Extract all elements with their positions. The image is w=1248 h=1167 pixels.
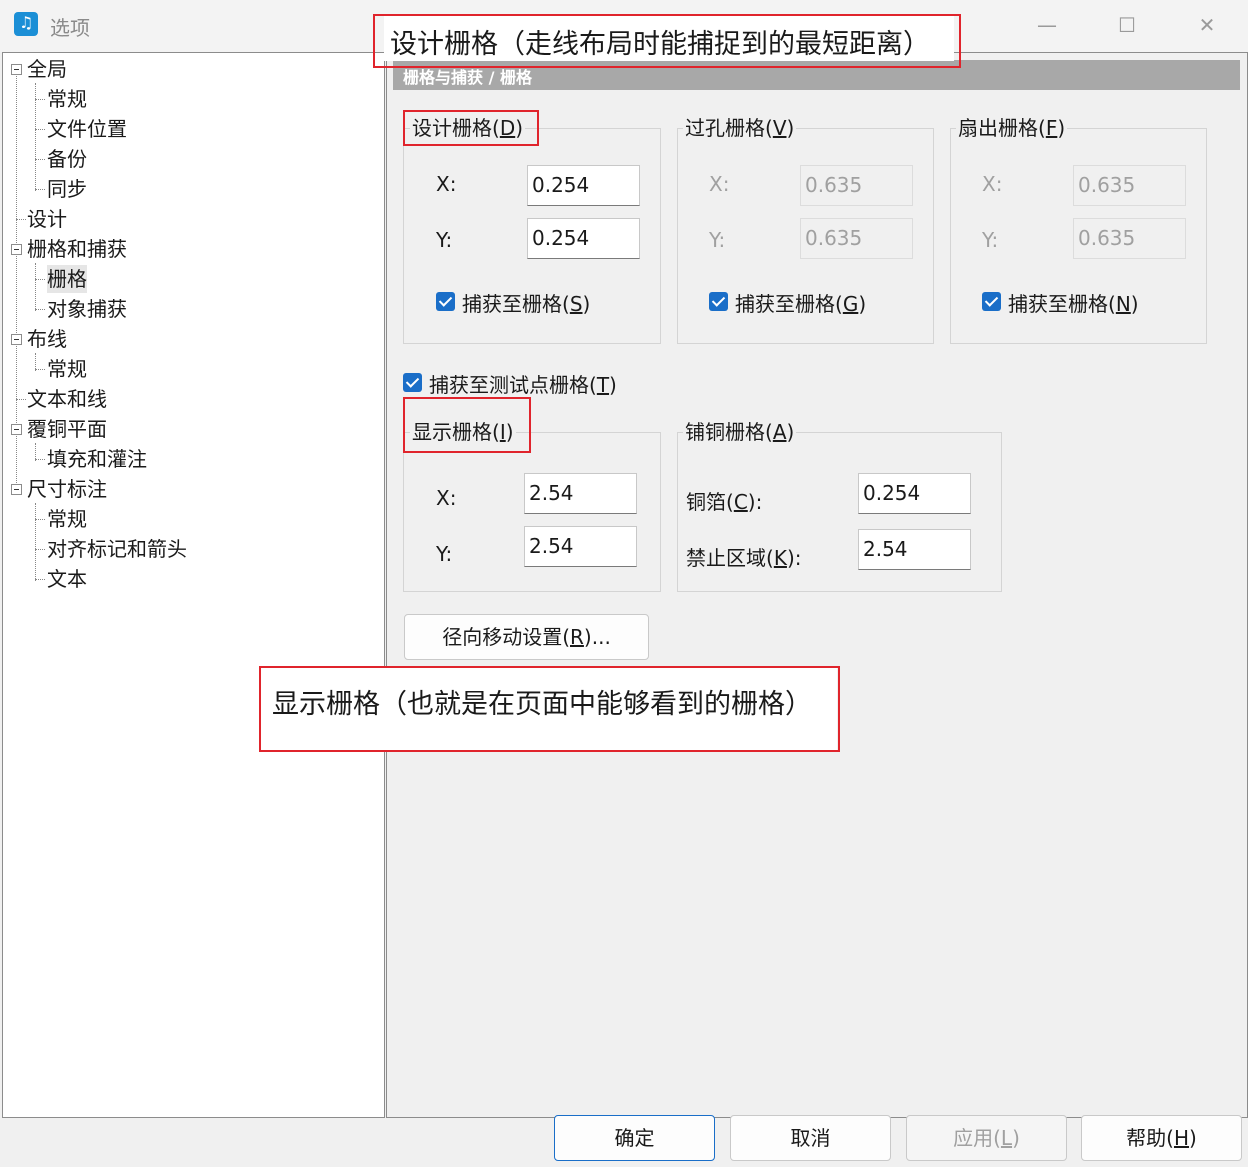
tree-item-dimensioning[interactable]: 尺寸标注 [27,475,107,503]
tree-line [35,503,36,581]
design-snap-checkbox[interactable] [436,292,455,311]
window-title: 选项 [50,16,90,40]
tree-item-dimension-text[interactable]: 文本 [47,565,87,593]
tree-line [35,263,36,311]
collapse-toggle-icon[interactable] [11,64,22,75]
annotation-middle-box [259,666,840,752]
tree-line [35,369,45,370]
via-grid-y-input[interactable]: 0.635 [800,218,913,259]
minimize-button[interactable]: — [1024,8,1070,42]
fanout-grid-label: 扇出栅格(F) [956,114,1068,142]
testpoint-snap-checkbox[interactable] [403,373,422,392]
tree-line [35,309,45,310]
tree-item-routing[interactable]: 布线 [27,325,67,353]
maximize-button[interactable]: ☐ [1104,8,1150,42]
app-icon: ♫ [14,12,38,36]
tree-line [35,189,45,190]
tree-item-global-general[interactable]: 常规 [47,85,87,113]
collapse-toggle-icon[interactable] [11,484,22,495]
fanout-snap-label[interactable]: 捕获至栅格(N) [1008,288,1139,317]
fanout-grid-x-input[interactable]: 0.635 [1073,165,1186,206]
design-grid-x-input[interactable]: 0.254 [527,165,640,206]
tree-line [35,579,45,580]
keepout-input[interactable]: 2.54 [858,529,971,570]
collapse-toggle-icon[interactable] [11,424,22,435]
copper-foil-input[interactable]: 0.254 [858,473,971,514]
fanout-snap-checkbox[interactable] [982,292,1001,311]
tree-line [35,99,45,100]
design-grid-y-input[interactable]: 0.254 [527,218,640,259]
annotation-top-box [373,14,961,68]
design-grid-x-label: X: [436,172,457,196]
via-grid-label: 过孔栅格(V) [683,114,797,142]
tree-item-copper-pour[interactable]: 覆铜平面 [27,415,107,443]
cancel-button[interactable]: 取消 [730,1115,891,1161]
tree-line [16,399,26,400]
tree-item-backup[interactable]: 备份 [47,145,87,173]
tree-line [35,159,45,160]
apply-button[interactable]: 应用(L) [906,1115,1067,1161]
testpoint-snap-label[interactable]: 捕获至测试点栅格(T) [429,369,617,398]
ok-button[interactable]: 确定 [554,1115,715,1161]
tree-item-file-locations[interactable]: 文件位置 [47,115,127,143]
tree-line [16,219,26,220]
help-button[interactable]: 帮助(H) [1081,1115,1242,1161]
copper-grid-label: 铺铜栅格(A) [683,418,797,446]
tree-item-dimensioning-general[interactable]: 常规 [47,505,87,533]
tree-item-object-snap[interactable]: 对象捕获 [47,295,127,323]
design-snap-label[interactable]: 捕获至栅格(S) [462,288,590,317]
close-button[interactable]: ✕ [1184,8,1230,42]
keepout-label: 禁止区域(K): [686,546,802,570]
radial-move-settings-button[interactable]: 径向移动设置(R)... [404,614,649,660]
tree-item-global[interactable]: 全局 [27,55,67,83]
tree-item-design[interactable]: 设计 [27,205,67,233]
tree-item-alignment-markers[interactable]: 对齐标记和箭头 [47,535,187,563]
tree-line [35,459,45,460]
fanout-grid-y-input[interactable]: 0.635 [1073,218,1186,259]
collapse-toggle-icon[interactable] [11,334,22,345]
fanout-grid-x-label: X: [982,172,1003,196]
via-grid-x-input[interactable]: 0.635 [800,165,913,206]
via-grid-y-label: Y: [709,228,726,252]
via-snap-checkbox[interactable] [709,292,728,311]
tree-item-text-and-lines[interactable]: 文本和线 [27,385,107,413]
annotation-display-grid-box [403,397,531,453]
design-grid-y-label: Y: [436,228,453,252]
tree-item-fill-and-flood[interactable]: 填充和灌注 [47,445,147,473]
via-grid-x-label: X: [709,172,730,196]
tree-line [35,129,45,130]
tree-item-sync[interactable]: 同步 [47,175,87,203]
options-tree: 全局 常规 文件位置 备份 同步 设计 栅格和捕获 栅格 对象捕获 布线 常规 … [2,52,385,1118]
tree-line [35,549,45,550]
display-grid-x-input[interactable]: 2.54 [524,473,637,514]
display-grid-y-input[interactable]: 2.54 [524,526,637,567]
display-grid-x-label: X: [436,486,457,510]
annotation-design-grid-box [403,110,539,146]
via-snap-label[interactable]: 捕获至栅格(G) [735,288,866,317]
tree-item-routing-general[interactable]: 常规 [47,355,87,383]
tree-line [35,279,45,280]
fanout-grid-y-label: Y: [982,228,999,252]
tree-item-grids[interactable]: 栅格 [47,265,87,293]
display-grid-y-label: Y: [436,542,453,566]
collapse-toggle-icon[interactable] [11,244,22,255]
copper-foil-label: 铜箔(C): [686,490,763,514]
tree-line [35,519,45,520]
tree-item-grids-and-snap[interactable]: 栅格和捕获 [27,235,127,263]
